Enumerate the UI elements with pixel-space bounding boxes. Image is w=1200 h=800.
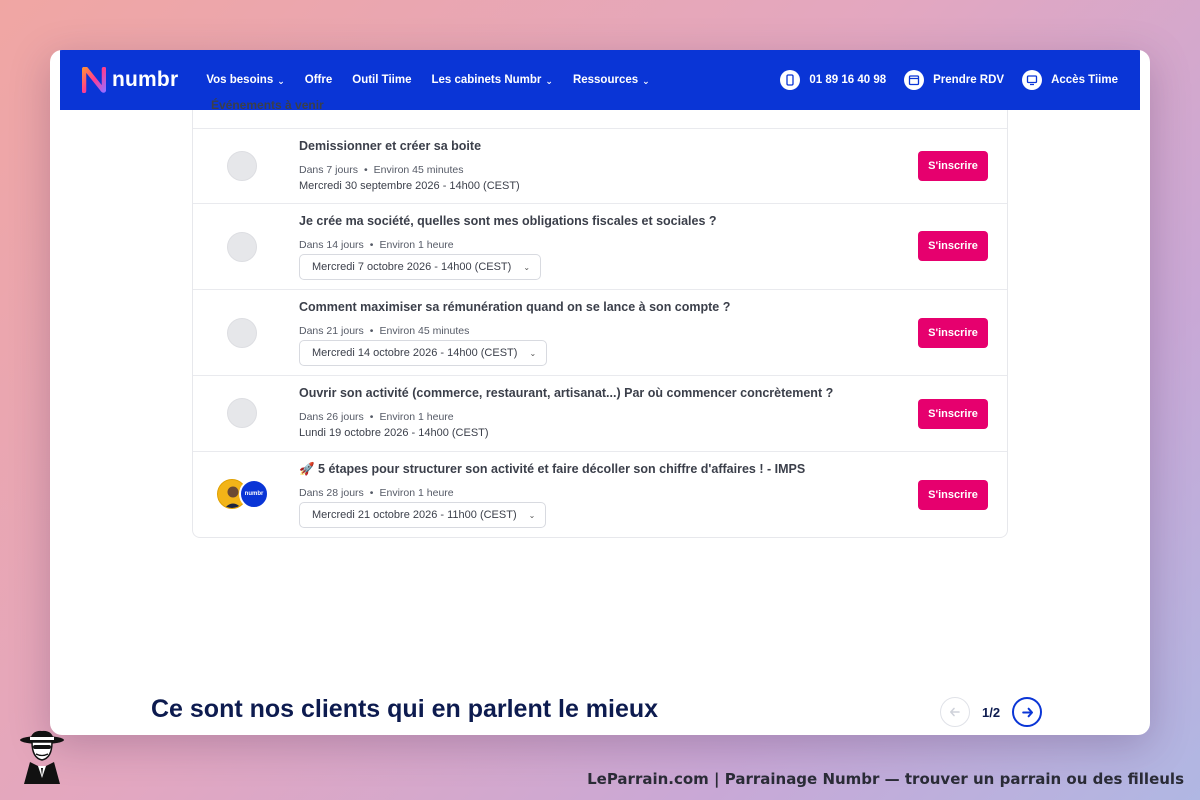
arrow-left-icon <box>950 707 960 717</box>
nav-vos-besoins[interactable]: Vos besoins ⌄ <box>206 74 284 86</box>
bullet-separator: • <box>363 164 368 176</box>
event-meta: Dans 28 jours • Environ 1 heure <box>299 487 454 499</box>
date-select[interactable]: Mercredi 14 octobre 2026 - 14h00 (CEST) ⌄ <box>299 340 548 366</box>
event-title[interactable]: Demissionner et créer sa boite <box>299 139 481 153</box>
event-row: Demissionner et créer sa boite Dans 7 jo… <box>193 128 1007 203</box>
event-countdown: Dans 21 jours <box>299 325 364 337</box>
phone-icon <box>780 70 801 90</box>
nav-offre[interactable]: Offre <box>305 74 332 86</box>
leparrain-mascot-logo <box>20 730 64 784</box>
nav-ressources[interactable]: Ressources ⌄ <box>573 74 650 86</box>
prendre-rdv-link[interactable]: Prendre RDV <box>904 70 1004 90</box>
event-row: numbr 🚀 5 étapes pour structurer son act… <box>193 451 1007 538</box>
event-title[interactable]: Je crée ma société, quelles sont mes obl… <box>299 214 717 228</box>
register-button[interactable]: S'inscrire <box>918 399 988 429</box>
chevron-down-icon: ⌄ <box>545 75 553 86</box>
event-duration: Environ 1 heure <box>379 239 454 251</box>
arrow-right-icon <box>1021 707 1033 717</box>
chevron-down-icon: ⌄ <box>523 262 531 272</box>
register-button[interactable]: S'inscrire <box>918 151 988 181</box>
nav-label: Ressources <box>572 74 639 86</box>
date-select[interactable]: Mercredi 7 octobre 2026 - 14h00 (CEST) ⌄ <box>299 254 542 280</box>
host-avatar <box>227 318 257 348</box>
bullet-separator: • <box>369 487 374 499</box>
testimonials-title: Ce sont nos clients qui en parlent le mi… <box>151 695 659 723</box>
host-avatar <box>227 398 257 428</box>
chevron-down-icon: ⌄ <box>642 75 650 86</box>
event-duration: Environ 45 minutes <box>379 325 470 337</box>
host-avatar <box>227 232 257 262</box>
event-date: Lundi 19 octobre 2026 - 14h00 (CEST) <box>299 427 489 439</box>
event-title[interactable]: Ouvrir son activité (commerce, restauran… <box>299 386 833 400</box>
nav-label: Les cabinets Numbr <box>431 74 542 86</box>
event-meta: Dans 26 jours • Environ 1 heure <box>299 411 454 423</box>
header-actions: 01 89 16 40 98 Prendre RDV Accès Tiime <box>780 70 1140 90</box>
event-row: Je crée ma société, quelles sont mes obl… <box>193 203 1007 289</box>
phone-link[interactable]: 01 89 16 40 98 <box>780 70 886 90</box>
event-date: Mercredi 30 septembre 2026 - 14h00 (CEST… <box>299 180 520 192</box>
register-button[interactable]: S'inscrire <box>918 318 988 348</box>
event-meta: Dans 7 jours • Environ 45 minutes <box>299 164 464 176</box>
events-list: Événements à venir Demissionner et créer… <box>192 98 1008 538</box>
acces-tiime-link[interactable]: Accès Tiime <box>1022 70 1118 90</box>
chevron-down-icon: ⌄ <box>529 348 537 358</box>
phone-number: 01 89 16 40 98 <box>809 74 887 86</box>
date-select[interactable]: Mercredi 21 octobre 2026 - 11h00 (CEST) ⌄ <box>299 502 547 528</box>
host-avatars: numbr <box>217 479 269 511</box>
event-title[interactable]: Comment maximiser sa rémunération quand … <box>299 300 730 314</box>
event-duration: Environ 1 heure <box>379 411 454 423</box>
next-arrow-button[interactable] <box>1012 697 1043 727</box>
numbr-logo-icon <box>82 67 106 93</box>
event-duration: Environ 1 heure <box>379 487 454 499</box>
access-label: Accès Tiime <box>1051 74 1118 86</box>
numbr-logo[interactable]: numbr <box>82 67 178 93</box>
host-avatar <box>227 151 257 181</box>
event-meta: Dans 14 jours • Environ 1 heure <box>299 239 454 251</box>
calendar-icon <box>904 70 925 90</box>
footer-caption: LeParrain.com | Parrainage Numbr — trouv… <box>587 770 1184 788</box>
register-button[interactable]: S'inscrire <box>918 231 988 261</box>
nav-label: Offre <box>304 74 333 86</box>
event-duration: Environ 45 minutes <box>373 164 464 176</box>
bullet-separator: • <box>369 411 374 423</box>
nav-outil-tiime[interactable]: Outil Tiime <box>352 74 411 86</box>
event-row: Comment maximiser sa rémunération quand … <box>193 289 1007 375</box>
numbr-brand-avatar: numbr <box>239 479 269 509</box>
event-countdown: Dans 26 jours <box>299 411 364 423</box>
nav-label: Outil Tiime <box>352 74 412 86</box>
event-title[interactable]: 🚀 5 étapes pour structurer son activité … <box>299 462 805 477</box>
page-indicator: 1/2 <box>982 704 1001 720</box>
logo-text: numbr <box>112 68 179 91</box>
bullet-separator: • <box>369 325 374 337</box>
chevron-down-icon: ⌄ <box>277 75 285 86</box>
main-nav: Vos besoins ⌄ Offre Outil Tiime Les cabin… <box>206 74 649 86</box>
event-countdown: Dans 7 jours <box>299 164 358 176</box>
date-select-value: Mercredi 14 octobre 2026 - 14h00 (CEST) <box>312 347 518 359</box>
chevron-down-icon: ⌄ <box>528 510 536 520</box>
testimonials-pager: 1/2 <box>940 697 1043 727</box>
prev-arrow-button[interactable] <box>940 697 970 727</box>
date-select-value: Mercredi 7 octobre 2026 - 14h00 (CEST) <box>312 261 512 273</box>
register-button[interactable]: S'inscrire <box>918 480 988 510</box>
event-row: Ouvrir son activité (commerce, restauran… <box>193 375 1007 451</box>
monitor-icon <box>1022 70 1043 90</box>
nav-les-cabinets[interactable]: Les cabinets Numbr ⌄ <box>431 74 552 86</box>
bullet-separator: • <box>369 239 374 251</box>
event-meta: Dans 21 jours • Environ 45 minutes <box>299 325 469 337</box>
event-countdown: Dans 14 jours <box>299 239 364 251</box>
date-select-value: Mercredi 21 octobre 2026 - 11h00 (CEST) <box>312 509 517 521</box>
nav-label: Vos besoins <box>206 74 274 86</box>
event-countdown: Dans 28 jours <box>299 487 364 499</box>
browser-window: numbr Vos besoins ⌄ Offre Outil Tiime Les… <box>50 50 1150 735</box>
rdv-label: Prendre RDV <box>933 74 1005 86</box>
events-section-title: Événements à venir <box>211 98 324 112</box>
